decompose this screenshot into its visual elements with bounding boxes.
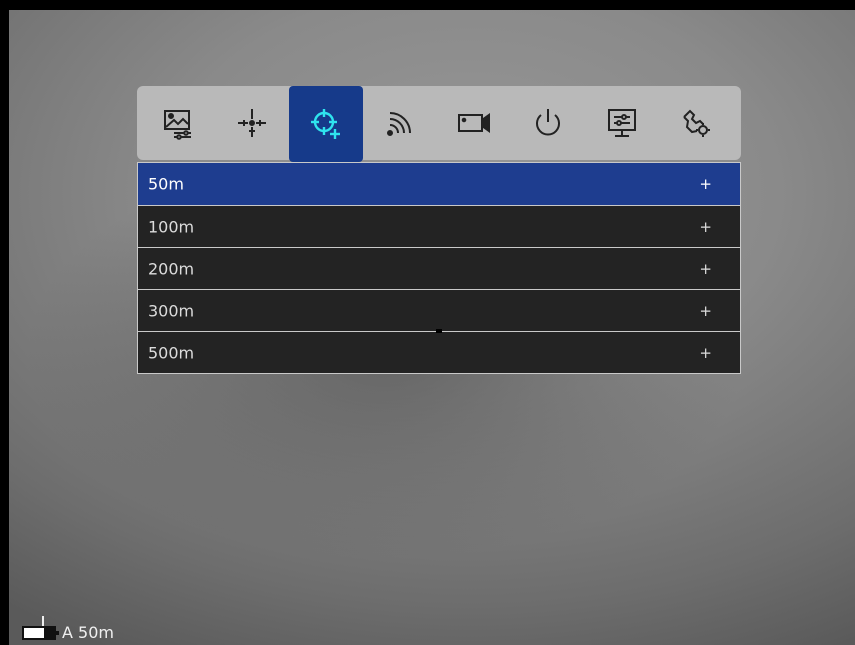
add-button[interactable]: + xyxy=(699,344,712,362)
list-item[interactable]: 200m + xyxy=(137,248,741,290)
top-border xyxy=(0,0,855,10)
distance-label: 200m xyxy=(148,259,195,278)
list-item[interactable]: 100m + xyxy=(137,206,741,248)
add-button[interactable]: + xyxy=(699,260,712,278)
distance-label: 50m xyxy=(148,174,184,194)
mode-distance-label: A 50m xyxy=(62,623,114,642)
zeroing-distance-list: 50m + 100m + 200m + 300m + 500m + xyxy=(137,162,741,374)
distance-label: 500m xyxy=(148,343,195,362)
image-settings-icon[interactable] xyxy=(141,86,215,160)
battery-tick xyxy=(42,616,44,626)
add-button[interactable]: + xyxy=(699,175,712,193)
crosshair-dot xyxy=(436,329,442,333)
battery-fill xyxy=(44,628,54,638)
power-icon[interactable] xyxy=(511,86,585,160)
battery-tip xyxy=(56,631,59,635)
battery-icon xyxy=(22,616,59,640)
general-settings-icon[interactable] xyxy=(659,86,733,160)
wifi-icon[interactable] xyxy=(363,86,437,160)
add-button[interactable]: + xyxy=(699,218,712,236)
distance-label: 100m xyxy=(148,217,195,236)
distance-label: 300m xyxy=(148,301,195,320)
list-item[interactable]: 500m + xyxy=(137,332,741,374)
zeroing-icon[interactable] xyxy=(289,86,363,162)
reticle-icon[interactable] xyxy=(215,86,289,160)
status-bar: A 50m xyxy=(22,616,114,642)
main-menu-bar xyxy=(137,86,741,162)
add-button[interactable]: + xyxy=(699,302,712,320)
video-record-icon[interactable] xyxy=(437,86,511,160)
thermal-viewfinder: 50m + 100m + 200m + 300m + 500m + A 50m xyxy=(0,0,855,645)
left-border xyxy=(0,0,9,645)
list-item[interactable]: 300m + xyxy=(137,290,741,332)
display-settings-icon[interactable] xyxy=(585,86,659,160)
list-item[interactable]: 50m + xyxy=(137,162,741,206)
